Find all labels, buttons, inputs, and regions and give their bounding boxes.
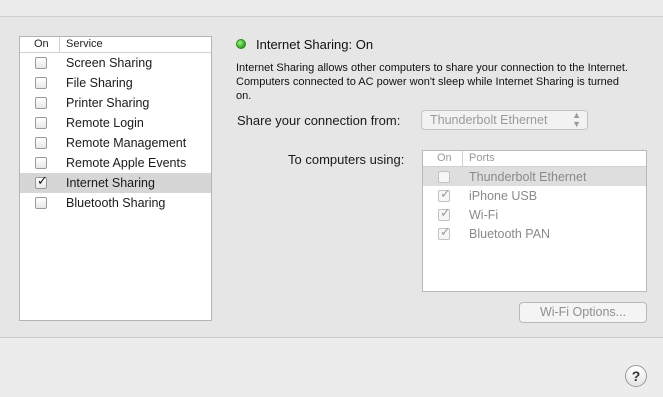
service-description: Internet Sharing allows other computers …	[236, 62, 628, 102]
service-row[interactable]: Bluetooth Sharing	[20, 193, 211, 213]
service-checkbox[interactable]	[35, 157, 47, 169]
port-label: Wi-Fi	[469, 207, 499, 222]
checkbox-cell: ✓	[423, 185, 469, 202]
port-checkbox: ✓	[438, 223, 451, 240]
bottom-bar	[0, 338, 663, 397]
checkbox-cell	[20, 97, 66, 109]
column-header-on[interactable]: On	[20, 37, 60, 52]
window-top-edge	[0, 0, 663, 17]
ports-list-header: On Ports	[423, 151, 646, 167]
checkmark-icon: ✓	[37, 173, 48, 188]
port-label: Thunderbolt Ethernet	[469, 169, 587, 184]
service-label: Remote Apple Events	[66, 156, 187, 170]
service-checkbox[interactable]	[35, 197, 47, 209]
service-label: Screen Sharing	[66, 56, 153, 70]
port-row[interactable]: ✓ Wi-Fi	[423, 205, 646, 224]
to-computers-label: To computers using:	[288, 152, 405, 167]
checkbox-cell	[20, 157, 66, 169]
services-list-header: On Service	[20, 37, 211, 53]
checkbox-cell: ✓	[423, 223, 469, 240]
popup-arrows-icon: ▲ ▼	[572, 110, 581, 129]
checkbox-cell	[20, 117, 66, 129]
port-row[interactable]: ✓ Bluetooth PAN	[423, 224, 646, 243]
status-indicator-icon	[236, 39, 246, 49]
checkmark-icon: ✓	[440, 185, 451, 201]
column-header-service[interactable]: Service	[60, 37, 103, 52]
service-label: Remote Management	[66, 136, 187, 150]
service-checkbox[interactable]	[35, 57, 47, 69]
share-from-label: Share your connection from:	[237, 113, 401, 128]
checkbox-cell: ✓	[20, 173, 66, 189]
help-button[interactable]: ?	[625, 365, 647, 387]
checkbox-cell	[20, 137, 66, 149]
service-row[interactable]: Remote Login	[20, 113, 211, 133]
checkbox-cell	[20, 77, 66, 89]
service-label: File Sharing	[66, 76, 133, 90]
service-row[interactable]: ✓ Internet Sharing	[20, 173, 211, 193]
share-from-value: Thunderbolt Ethernet	[430, 113, 548, 127]
port-label: Bluetooth PAN	[469, 226, 551, 241]
service-row[interactable]: Printer Sharing	[20, 93, 211, 113]
checkbox-cell	[20, 57, 66, 69]
share-from-popup[interactable]: Thunderbolt Ethernet ▲ ▼	[421, 110, 588, 130]
service-checkbox[interactable]: ✓	[35, 173, 48, 189]
column-header-on[interactable]: On	[423, 151, 463, 166]
wifi-options-button[interactable]: Wi-Fi Options...	[519, 302, 647, 323]
port-label: iPhone USB	[469, 188, 538, 203]
service-checkbox[interactable]	[35, 77, 47, 89]
service-row[interactable]: File Sharing	[20, 73, 211, 93]
service-label: Internet Sharing	[66, 176, 155, 190]
service-checkbox[interactable]	[35, 117, 47, 129]
port-checkbox	[438, 170, 450, 183]
port-row[interactable]: ✓ iPhone USB	[423, 186, 646, 205]
status-title: Internet Sharing: On	[256, 37, 374, 52]
services-list[interactable]: On Service Screen Sharing File Sharing Pri…	[19, 36, 212, 321]
port-row[interactable]: Thunderbolt Ethernet	[423, 167, 646, 186]
checkbox-cell: ✓	[423, 204, 469, 221]
ports-list[interactable]: On Ports Thunderbolt Ethernet ✓ iPhone USB…	[422, 150, 647, 292]
service-row[interactable]: Screen Sharing	[20, 53, 211, 73]
service-row[interactable]: Remote Management	[20, 133, 211, 153]
column-header-ports[interactable]: Ports	[463, 151, 495, 166]
service-label: Remote Login	[66, 116, 144, 130]
port-checkbox: ✓	[438, 204, 451, 221]
checkbox-cell	[423, 170, 469, 183]
checkbox-cell	[20, 197, 66, 209]
checkmark-icon: ✓	[440, 204, 451, 220]
service-label: Bluetooth Sharing	[66, 196, 166, 210]
service-checkbox[interactable]	[35, 137, 47, 149]
service-label: Printer Sharing	[66, 96, 150, 110]
checkmark-icon: ✓	[440, 223, 451, 239]
service-checkbox[interactable]	[35, 97, 47, 109]
port-checkbox: ✓	[438, 185, 451, 202]
service-row[interactable]: Remote Apple Events	[20, 153, 211, 173]
